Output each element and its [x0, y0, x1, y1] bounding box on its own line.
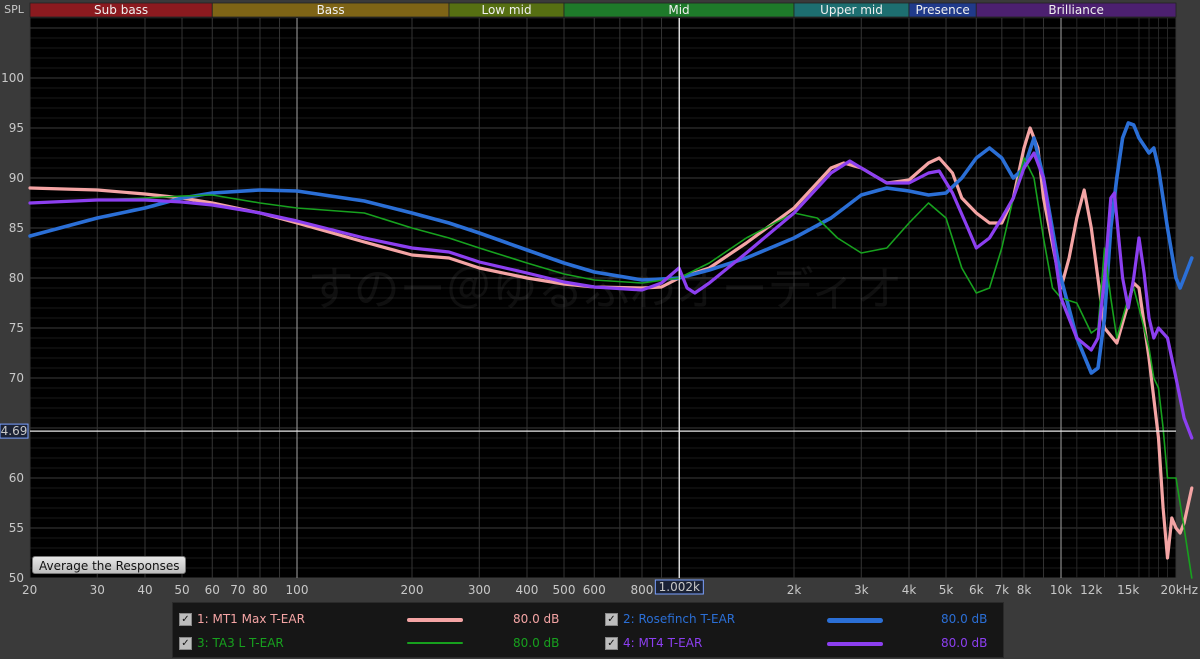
legend-swatch-3 — [407, 642, 463, 644]
band-label-6: Presence — [915, 3, 969, 17]
y-axis: SPL505560707580859095100 — [1, 3, 25, 585]
x-tick-label: 3k — [854, 583, 869, 597]
x-tick-label: 60 — [205, 583, 220, 597]
band-label-7: Brilliance — [1048, 3, 1103, 17]
y-tick-label: 60 — [9, 471, 24, 485]
legend-swatch-4 — [827, 642, 883, 646]
legend-checkbox-1[interactable]: ✓ — [179, 613, 192, 626]
y-tick-label: 80 — [9, 271, 24, 285]
x-tick-label: 2k — [787, 583, 802, 597]
x-tick-label: 20 — [22, 583, 37, 597]
legend-level-2[interactable]: 80.0 dB — [941, 609, 987, 629]
band-label-3: Low mid — [481, 3, 531, 17]
x-tick-label: 30 — [90, 583, 105, 597]
band-label-1: Sub bass — [94, 3, 148, 17]
x-tick-label: 12k — [1080, 583, 1102, 597]
frequency-band-bar: Sub bass Bass Low mid Mid Upper mid Presence B… — [29, 2, 1177, 18]
legend-level-1[interactable]: 80.0 dB — [513, 609, 559, 629]
x-tick-label: 5k — [939, 583, 954, 597]
x-axis: 20 30 40 50 60 70 80 100 200 300 400 500 600 800 2k 3k 4… — [22, 583, 1198, 597]
legend-name-3: 3: TA3 L T-EAR — [197, 636, 284, 650]
x-tick-label: 6k — [969, 583, 984, 597]
band-label-5: Upper mid — [820, 3, 883, 17]
cursor-y-label: 4.69 — [1, 424, 28, 438]
y-tick-label: 100 — [1, 71, 24, 85]
x-tick-label: 40 — [137, 583, 152, 597]
y-tick-label: 70 — [9, 371, 24, 385]
x-tick-label: 50 — [174, 583, 189, 597]
y-tick-label: 90 — [9, 171, 24, 185]
legend-checkbox-3[interactable]: ✓ — [179, 637, 192, 650]
x-tick-label: 400 — [516, 583, 539, 597]
x-tick-label: 7k — [995, 583, 1010, 597]
legend-checkbox-4[interactable]: ✓ — [605, 637, 618, 650]
legend-swatch-2 — [827, 618, 883, 623]
legend-item-2[interactable]: ✓ 2: Rosefinch T-EAR 80.0 dB — [605, 609, 995, 629]
legend-level-3[interactable]: 80.0 dB — [513, 633, 559, 653]
cursor-x-label: 1.002k — [659, 580, 700, 594]
y-tick-label: 75 — [9, 321, 24, 335]
band-label-2: Bass — [317, 3, 345, 17]
legend-level-4[interactable]: 80.0 dB — [941, 633, 987, 653]
x-tick-label: 100 — [286, 583, 309, 597]
average-responses-button[interactable]: Average the Responses — [32, 556, 187, 574]
x-tick-label: 70 — [230, 583, 245, 597]
x-tick-label: 600 — [583, 583, 606, 597]
y-tick-label: 95 — [9, 121, 24, 135]
x-tick-label: 15k — [1117, 583, 1139, 597]
y-tick-label: 85 — [9, 221, 24, 235]
frequency-response-chart[interactable]: Sub bass Bass Low mid Mid Upper mid Presence B… — [0, 0, 1200, 600]
x-tick-label: 300 — [468, 583, 491, 597]
legend-swatch-1 — [407, 618, 463, 622]
legend-item-1[interactable]: ✓ 1: MT1 Max T-EAR 80.0 dB — [179, 609, 589, 629]
x-tick-label: 10k — [1050, 583, 1072, 597]
legend-item-3[interactable]: ✓ 3: TA3 L T-EAR 80.0 dB — [179, 633, 589, 653]
legend-name-1: 1: MT1 Max T-EAR — [197, 612, 305, 626]
y-axis-title: SPL — [4, 3, 25, 16]
legend-item-4[interactable]: ✓ 4: MT4 T-EAR 80.0 dB — [605, 633, 995, 653]
x-tick-label: 20kHz — [1160, 583, 1198, 597]
legend-checkbox-2[interactable]: ✓ — [605, 613, 618, 626]
y-tick-label: 55 — [9, 521, 24, 535]
x-tick-label: 200 — [401, 583, 424, 597]
legend-name-2: 2: Rosefinch T-EAR — [623, 612, 736, 626]
x-tick-label: 8k — [1017, 583, 1032, 597]
x-tick-label: 500 — [553, 583, 576, 597]
legend-name-4: 4: MT4 T-EAR — [623, 636, 703, 650]
band-label-4: Mid — [668, 3, 689, 17]
legend-panel: ✓ 1: MT1 Max T-EAR 80.0 dB ✓ 2: Rosefinc… — [172, 602, 1004, 658]
x-tick-label: 80 — [252, 583, 267, 597]
x-tick-label: 800 — [631, 583, 654, 597]
x-tick-label: 4k — [902, 583, 917, 597]
